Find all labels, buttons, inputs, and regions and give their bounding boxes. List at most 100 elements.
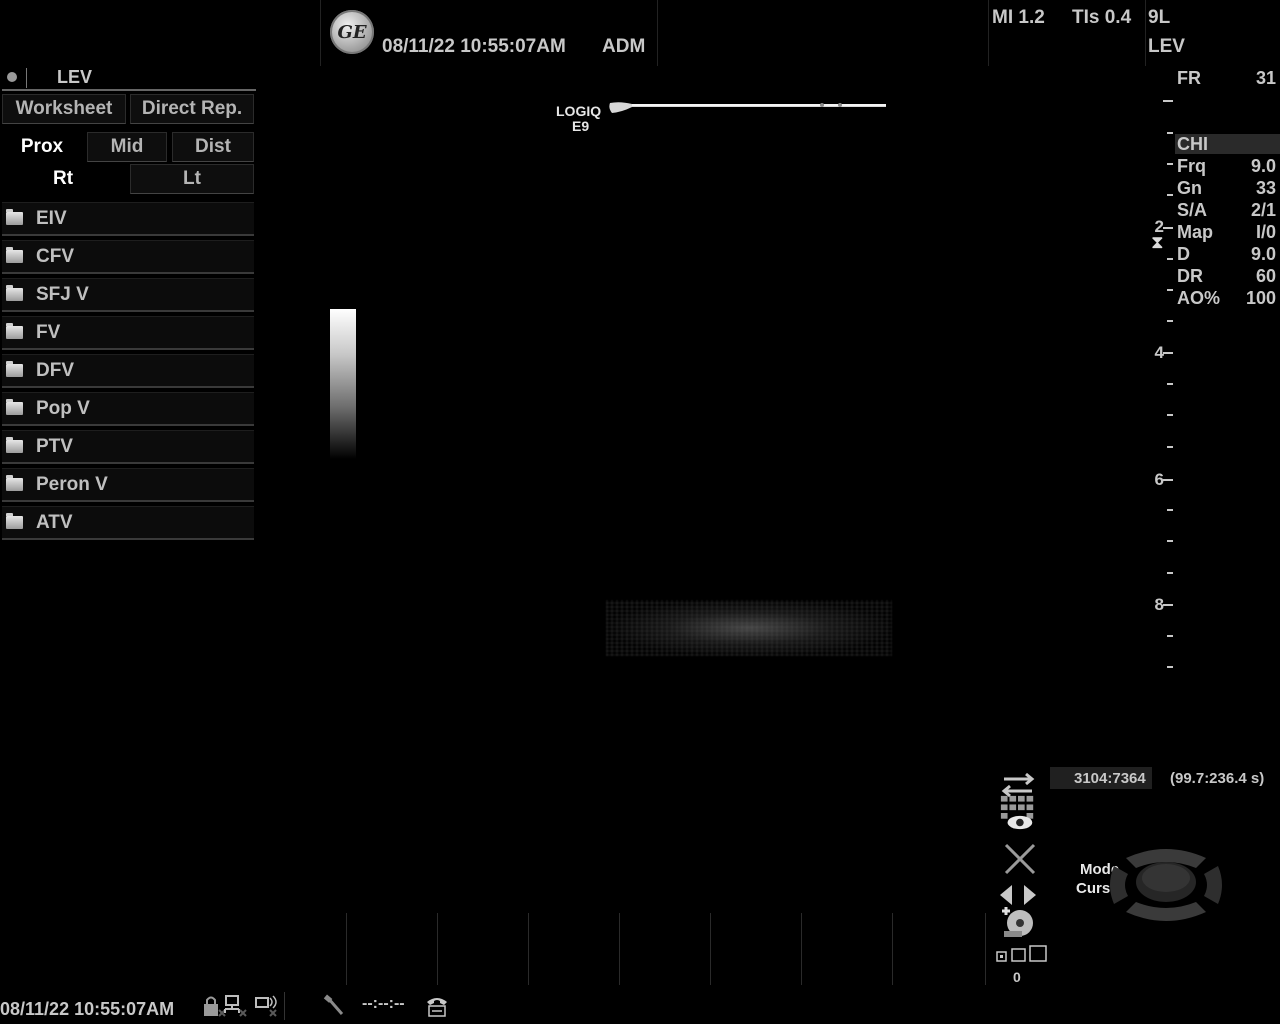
depth-tick [1167,258,1173,260]
param-sa-value: 2/1 [1250,200,1276,220]
param-fr-name: FR [1177,68,1201,88]
depth-tick [1167,383,1173,385]
folder-label: EIV [36,207,67,229]
folder-icon [6,247,23,263]
param-d-name: D [1177,244,1190,264]
mechanical-index: MI 1.2 [992,7,1045,28]
tool-icon[interactable] [322,994,348,1018]
param-d-value: 9.0 [1250,244,1276,264]
keyboard-eye-icon[interactable] [998,794,1038,832]
ge-logo-text: GE [337,21,367,43]
depth-tick [1163,604,1173,606]
status-separator [284,992,285,1020]
ultrasound-image[interactable] [606,600,892,656]
thumbnail-slot[interactable] [892,913,986,985]
folder-label: CFV [36,245,74,267]
system-logo-line2: E9 [572,118,590,134]
folder-icon [6,361,23,377]
trackball-icon[interactable] [1106,846,1226,924]
folder-icon [6,475,23,491]
location-mid-button[interactable]: Mid [87,132,167,162]
depth-tick [1167,289,1173,291]
folder-icon [6,437,23,453]
folder-row-cfv[interactable]: CFV [2,240,254,274]
depth-tick [1167,572,1173,574]
preset-name: LEV [1148,36,1185,57]
thumbnail-slot[interactable] [437,913,528,985]
disc-save-icon[interactable] [998,904,1038,942]
folder-icon [6,399,23,415]
depth-tick [1167,194,1173,196]
depth-tick [1167,132,1173,134]
cine-time-readout: (99.7:236.4 s) [1170,770,1265,787]
depth-tick [1167,320,1173,322]
wireless-icon[interactable] [254,994,280,1018]
depth-tick [1167,635,1173,637]
depth-tick [1167,509,1173,511]
param-dr-value: 60 [1255,266,1276,286]
cine-frame-counter: 3104:7364 [1074,770,1146,787]
folder-row-fv[interactable]: FV [2,316,254,350]
phone-icon[interactable] [424,994,450,1018]
folder-row-atv[interactable]: ATV [2,506,254,540]
depth-tick [1163,479,1173,481]
location-dist-button[interactable]: Dist [172,132,254,162]
param-ao-value: 100 [1245,288,1276,308]
folder-label: DFV [36,359,74,381]
depth-tick [1167,414,1173,416]
header-user: ADM [602,36,646,57]
system-logo-line1: LOGIQ [556,103,602,119]
folder-label: Pop V [36,397,90,419]
depth-tick [1167,666,1173,668]
layout-count: 0 [1013,969,1021,985]
param-frq-name: Frq [1177,156,1206,176]
grayscale-bar [330,309,356,459]
depth-tick [1167,163,1173,165]
param-gn-name: Gn [1177,178,1202,198]
thumbnail-slot[interactable] [346,913,437,985]
panel-separator [26,68,27,88]
folder-label: SFJ V [36,283,89,305]
folder-row-ptv[interactable]: PTV [2,430,254,464]
folder-label: PTV [36,435,73,457]
tab-worksheet[interactable]: Worksheet [2,94,126,124]
param-map-value: I/0 [1255,222,1276,242]
param-chi-name: CHI [1177,134,1208,154]
probe-name: 9L [1148,7,1171,28]
folder-icon [6,323,23,339]
focus-marker-icon[interactable]: ⧗ [1151,232,1164,253]
side-lt-button[interactable]: Lt [130,164,254,194]
close-x-icon[interactable] [1000,840,1040,878]
ge-logo-icon: GE [330,10,374,54]
param-sa-name: S/A [1177,200,1208,220]
folder-label: FV [36,321,61,343]
tab-direct-report[interactable]: Direct Rep. [130,94,254,124]
folder-row-dfv[interactable]: DFV [2,354,254,388]
thumbnail-slot[interactable] [801,913,892,985]
folder-row-eiv[interactable]: EIV [2,202,254,236]
folder-row-pop-v[interactable]: Pop V [2,392,254,426]
thumbnail-slot[interactable] [710,913,801,985]
folder-icon [6,285,23,301]
folder-label: ATV [36,511,73,533]
folder-icon [6,513,23,529]
folder-label: Peron V [36,473,108,495]
param-frq-value: 9.0 [1250,156,1276,176]
folder-row-sfj-v[interactable]: SFJ V [2,278,254,312]
thumbnail-slot[interactable] [619,913,710,985]
depth-scale: 2 4 6 8 [1148,90,1178,680]
depth-label-8: 8 [1154,595,1164,614]
location-prox-button[interactable]: Prox [2,132,82,162]
depth-tick [1167,540,1173,542]
panel-title: LEV [57,67,93,87]
panel-status-dot [7,72,17,82]
folder-row-peron-v[interactable]: Peron V [2,468,254,502]
network-icon[interactable] [222,994,248,1018]
side-rt-button[interactable]: Rt [2,164,124,194]
header-datetime: 08/11/22 10:55:07AM [382,36,566,57]
panel-divider [2,89,256,91]
layout-icon[interactable] [996,944,1048,964]
param-fr-value: 31 [1255,68,1276,88]
thumbnail-slot[interactable] [528,913,619,985]
depth-tick [1163,352,1173,354]
